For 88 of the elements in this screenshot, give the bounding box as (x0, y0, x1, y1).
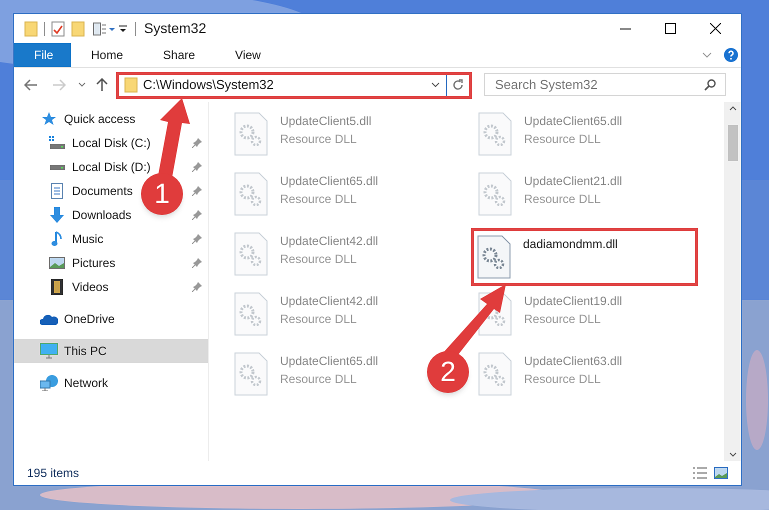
file-type: Resource DLL (280, 191, 358, 208)
file-name: UpdateClient42.dll (280, 293, 378, 310)
gear-file-icon (234, 352, 268, 396)
file-type: Resource DLL (280, 371, 358, 388)
file-type: Resource DLL (524, 191, 602, 208)
ribbon-tab[interactable]: Home (71, 43, 144, 67)
file-name: dadiamondmm.dll (523, 236, 618, 253)
gear-file-icon (234, 292, 268, 336)
close-icon[interactable] (710, 23, 721, 34)
file-name: UpdateClient63.dll (524, 353, 622, 370)
pin-icon[interactable] (192, 138, 202, 148)
cloud-icon (40, 313, 58, 325)
sidebar-item[interactable]: OneDrive (14, 307, 119, 331)
file-name: UpdateClient65.dll (280, 353, 378, 370)
file-type: Resource DLL (280, 311, 358, 328)
gear-file-icon (234, 172, 268, 216)
ribbon-tab[interactable]: File (14, 43, 71, 67)
scroll-thumb[interactable] (728, 125, 738, 161)
address-path: C:\Windows\System32 (143, 76, 275, 94)
file-name: UpdateClient5.dll (280, 113, 372, 130)
recent-locations-icon[interactable] (78, 82, 86, 88)
sidebar-item[interactable]: Network (14, 371, 112, 395)
pin-icon[interactable] (192, 234, 202, 244)
up-icon[interactable] (96, 78, 108, 92)
dropdown-icon[interactable] (119, 24, 127, 32)
scroll-up-icon[interactable] (728, 106, 736, 111)
sidebar-item[interactable]: Videos (14, 275, 112, 299)
drive-icon (49, 136, 65, 150)
pin-icon[interactable] (192, 162, 202, 172)
pin-icon[interactable] (192, 210, 202, 220)
file-type: Resource DLL (524, 131, 602, 148)
file-name: UpdateClient21.dll (524, 173, 622, 190)
gear-file-icon (478, 352, 512, 396)
pin-icon[interactable] (192, 282, 202, 292)
pin-icon[interactable] (192, 258, 202, 268)
network-icon (40, 375, 58, 391)
arrow-icon (158, 98, 190, 178)
file-name: UpdateClient65.dll (280, 173, 378, 190)
gear-file-icon (477, 235, 511, 279)
sidebar-item[interactable]: Pictures (14, 251, 120, 275)
sidebar-item[interactable]: Quick access (14, 107, 140, 131)
picture-frame-icon (49, 257, 65, 269)
checklist-icon[interactable] (51, 20, 65, 36)
details-view-icon[interactable] (692, 467, 708, 479)
file-item[interactable]: dadiamondmm.dll (471, 228, 698, 286)
download-arrow-icon (49, 207, 65, 223)
gear-file-icon (478, 172, 512, 216)
sidebar-item[interactable]: This PC (14, 339, 208, 363)
expand-ribbon-icon[interactable] (702, 52, 712, 58)
pin-icon[interactable] (192, 186, 202, 196)
ribbon-tab[interactable]: Share (143, 43, 216, 67)
gear-file-icon (234, 112, 268, 156)
music-note-icon (51, 231, 63, 247)
file-name: UpdateClient65.dll (524, 113, 622, 130)
monitor-icon (40, 343, 58, 359)
properties-icon[interactable] (93, 22, 115, 36)
film-icon (51, 279, 63, 295)
item-count: 195 items (27, 465, 80, 482)
back-icon[interactable] (24, 79, 38, 91)
address-bar[interactable]: C:\Windows\System32 (116, 72, 472, 98)
file-name: UpdateClient19.dll (524, 293, 622, 310)
gear-file-icon (234, 232, 268, 276)
file-type: Resource DLL (280, 131, 358, 148)
file-type: Resource DLL (524, 371, 602, 388)
drive-icon (50, 164, 64, 170)
search-field[interactable]: Search System32 (484, 73, 726, 96)
large-icons-view-icon[interactable] (714, 467, 728, 479)
sidebar-item[interactable]: Downloads (14, 203, 136, 227)
star-icon (42, 112, 56, 126)
sidebar-item[interactable]: Documents (14, 179, 137, 203)
file-type: Resource DLL (524, 311, 602, 328)
refresh-icon[interactable] (452, 79, 464, 91)
scrollbar[interactable] (724, 102, 741, 461)
gear-file-icon (478, 112, 512, 156)
file-name: UpdateClient42.dll (280, 233, 378, 250)
folder-icon (24, 20, 38, 36)
maximize-icon[interactable] (665, 23, 676, 34)
sidebar-item[interactable]: Music (14, 227, 108, 251)
dropdown-icon[interactable] (431, 82, 440, 88)
window-title: System32 (144, 19, 206, 38)
document-icon (50, 183, 64, 199)
help-icon[interactable] (724, 48, 738, 62)
ribbon-tab[interactable]: View (215, 43, 281, 67)
sidebar-item[interactable]: Local Disk (C:) (14, 131, 155, 155)
file-type: Resource DLL (280, 251, 358, 268)
folder-icon (124, 77, 138, 93)
search-icon (704, 79, 716, 91)
scroll-down-icon[interactable] (728, 452, 736, 457)
